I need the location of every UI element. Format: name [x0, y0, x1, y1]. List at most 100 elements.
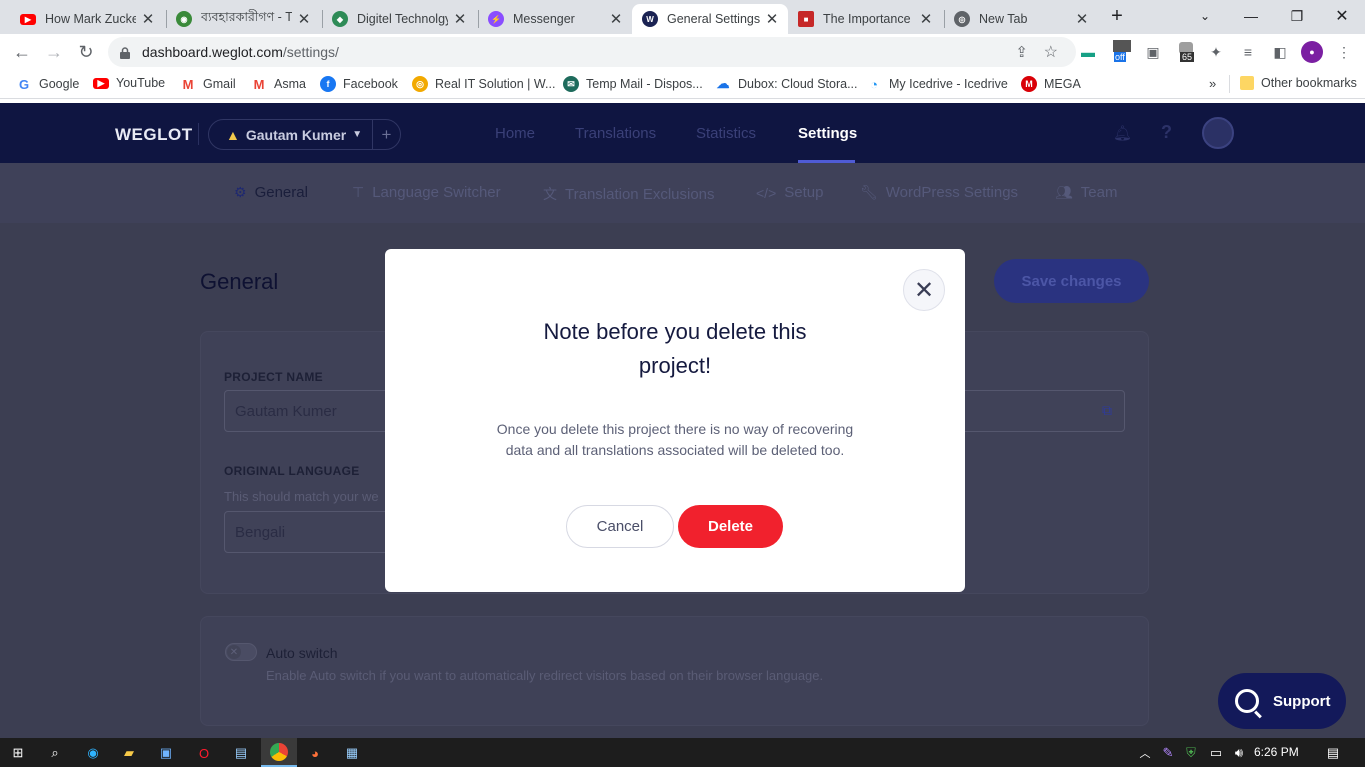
auto-switch-card: ✕ Auto switch Enable Auto switch if you … [200, 616, 1149, 726]
subnav-setup[interactable]: </> Setup [756, 184, 823, 201]
back-icon[interactable]: ← [10, 40, 34, 64]
subnav-general[interactable]: ⚙ General [234, 184, 308, 201]
original-language-value: Bengali [235, 523, 286, 541]
more-bookmarks-icon[interactable]: » [1209, 76, 1216, 91]
facebook-icon: f [320, 76, 336, 92]
browser-tab[interactable]: ▶ How Mark Zucke ✕ [10, 4, 164, 34]
share-icon[interactable]: ⇪ [1015, 43, 1028, 61]
app-header: WEGLOT ▲ Gautam Kumer ▼ + Home Translati… [0, 103, 1365, 163]
firefox-icon[interactable]: ◕ [305, 743, 325, 763]
close-tab-icon[interactable]: ✕ [296, 10, 312, 28]
bell-icon[interactable]: 🔔︎ [1113, 124, 1132, 142]
browser-tab[interactable]: ◆ Digitel Technolgy ✕ [322, 4, 476, 34]
bookmark-gmail[interactable]: M Gmail [180, 76, 236, 92]
user-avatar[interactable] [1202, 117, 1234, 149]
subnav-language-switcher[interactable]: ⊤ Language Switcher [352, 184, 501, 201]
auto-switch-toggle[interactable]: ✕ [225, 643, 257, 661]
weglot-logo[interactable]: WEGLOT [115, 125, 193, 145]
bookmark-asma[interactable]: M Asma [251, 76, 306, 92]
subnav-wordpress-settings[interactable]: 🔧︎ WordPress Settings [860, 184, 1018, 201]
bookmark-mega[interactable]: M MEGA [1021, 76, 1081, 92]
close-tab-icon[interactable]: ✕ [452, 10, 468, 28]
bookmark-google[interactable]: G Google [16, 76, 79, 92]
puzzle-extensions-icon[interactable]: ✦ [1206, 42, 1226, 62]
other-bookmarks[interactable]: Other bookmarks [1240, 76, 1357, 90]
nav-translations[interactable]: Translations [575, 125, 656, 142]
browser-tab[interactable]: ■ The Importance o ✕ [788, 4, 942, 34]
chrome-icon: ◎ [954, 11, 970, 27]
subnav-translation-exclusions[interactable]: 文 Translation Exclusions [543, 184, 715, 204]
add-project-icon[interactable]: + [372, 120, 400, 149]
browser-tab[interactable]: ◎ New Tab ✕ [944, 4, 1098, 34]
notifications-icon[interactable]: ▤ [1323, 743, 1343, 763]
save-changes-button[interactable]: Save changes [994, 259, 1149, 303]
browser-tab[interactable]: ⚡ Messenger ✕ [478, 4, 632, 34]
tab-title: ব্যবহারকারীগণ - T [201, 10, 292, 24]
bookmark-label: Dubox: Cloud Stora... [738, 77, 858, 91]
close-tab-icon[interactable]: ✕ [764, 10, 780, 28]
close-tab-icon[interactable]: ✕ [608, 10, 624, 28]
browser-tab-active[interactable]: W General Settings ✕ [632, 4, 788, 34]
warning-icon: ▲ [226, 126, 240, 143]
close-tab-icon[interactable]: ✕ [1074, 10, 1090, 28]
pen-icon[interactable]: ✎ [1158, 743, 1178, 763]
bookmark-temp-mail[interactable]: ✉ Temp Mail - Dispos... [563, 76, 703, 92]
site-icon: ■ [798, 11, 814, 27]
nav-home[interactable]: Home [495, 125, 535, 142]
bookmark-icedrive[interactable]: ◔ My Icedrive - Icedrive [866, 76, 1008, 92]
bookmark-facebook[interactable]: f Facebook [320, 76, 398, 92]
store-icon[interactable]: ▣ [156, 743, 176, 763]
volume-icon[interactable]: 🔊︎ [1229, 743, 1249, 763]
opera-icon[interactable]: O [194, 743, 214, 763]
bookmark-youtube[interactable]: ▶ YouTube [93, 76, 165, 90]
messenger-icon: ⚡ [488, 11, 504, 27]
close-tab-icon[interactable]: ✕ [918, 10, 934, 28]
search-icon[interactable]: ⌕ [45, 743, 65, 763]
browser-tab[interactable]: ◉ ব্যবহারকারীগণ - T ✕ [166, 4, 320, 34]
nav-statistics[interactable]: Statistics [696, 125, 756, 142]
forward-icon[interactable]: → [42, 40, 66, 64]
windows-taskbar: ⊞ ⌕ ◉ ▰ ▣ O ▤ ◕ ▦ ︿ ✎ ⛨ ▭ 🔊︎ 6:26 PM ▤ [0, 738, 1365, 767]
menu-kebab-icon[interactable]: ⋮ [1334, 42, 1354, 62]
restore-icon[interactable]: ❐ [1274, 0, 1320, 32]
reload-icon[interactable]: ↻ [74, 40, 98, 64]
subnav-team[interactable]: 👥︎ Team [1055, 184, 1117, 201]
side-panel-icon[interactable]: ◧ [1270, 42, 1290, 62]
bookmark-label: Temp Mail - Dispos... [586, 77, 703, 91]
tab-search-icon[interactable]: ⌄ [1182, 0, 1228, 32]
edge-icon[interactable]: ◉ [83, 743, 103, 763]
file-explorer-icon[interactable]: ▰ [119, 743, 139, 763]
bookmark-dubox[interactable]: ☁ Dubox: Cloud Stora... [715, 76, 858, 92]
address-bar[interactable]: dashboard.weglot.com/settings/ ⇪ ☆ [108, 37, 1076, 67]
help-icon[interactable]: ? [1161, 122, 1172, 143]
extension-icon[interactable]: ▬ [1078, 42, 1098, 62]
chevron-up-icon[interactable]: ︿ [1135, 743, 1155, 763]
chrome-taskbar-icon[interactable] [261, 738, 297, 767]
shield-icon[interactable]: ⛨ [1181, 743, 1201, 763]
picture-in-picture-icon[interactable]: ▣ [1143, 42, 1163, 62]
project-name-value: Gautam Kumer [235, 402, 337, 420]
new-tab-icon[interactable]: + [1097, 0, 1137, 32]
window-close-icon[interactable]: ✕ [1319, 0, 1365, 32]
close-icon[interactable]: ✕ [903, 269, 945, 311]
extension-off-icon[interactable]: off [1112, 40, 1134, 62]
app-icon[interactable]: ▦ [342, 743, 362, 763]
nav-settings[interactable]: Settings [798, 125, 857, 142]
project-selector[interactable]: ▲ Gautam Kumer ▼ + [208, 119, 401, 150]
windows-start-icon[interactable]: ⊞ [8, 743, 28, 763]
weglot-icon: W [642, 11, 658, 27]
external-link-icon[interactable]: ⧉ [1102, 402, 1112, 419]
profile-avatar[interactable]: ● [1301, 41, 1323, 63]
reading-list-icon[interactable]: ≡ [1238, 42, 1258, 62]
clock[interactable]: 6:26 PM [1254, 745, 1299, 759]
bookmark-real-it[interactable]: ◎ Real IT Solution | W... [412, 76, 555, 92]
close-tab-icon[interactable]: ✕ [140, 10, 156, 28]
minimize-icon[interactable]: — [1228, 0, 1274, 32]
support-button[interactable]: Support [1218, 673, 1346, 729]
extension-counter-icon[interactable]: 65 [1176, 42, 1198, 62]
network-icon[interactable]: ▭ [1206, 743, 1226, 763]
delete-button[interactable]: Delete [678, 505, 783, 548]
bookmark-star-icon[interactable]: ☆ [1044, 42, 1058, 62]
cancel-button[interactable]: Cancel [566, 505, 674, 548]
notepad-icon[interactable]: ▤ [231, 743, 251, 763]
